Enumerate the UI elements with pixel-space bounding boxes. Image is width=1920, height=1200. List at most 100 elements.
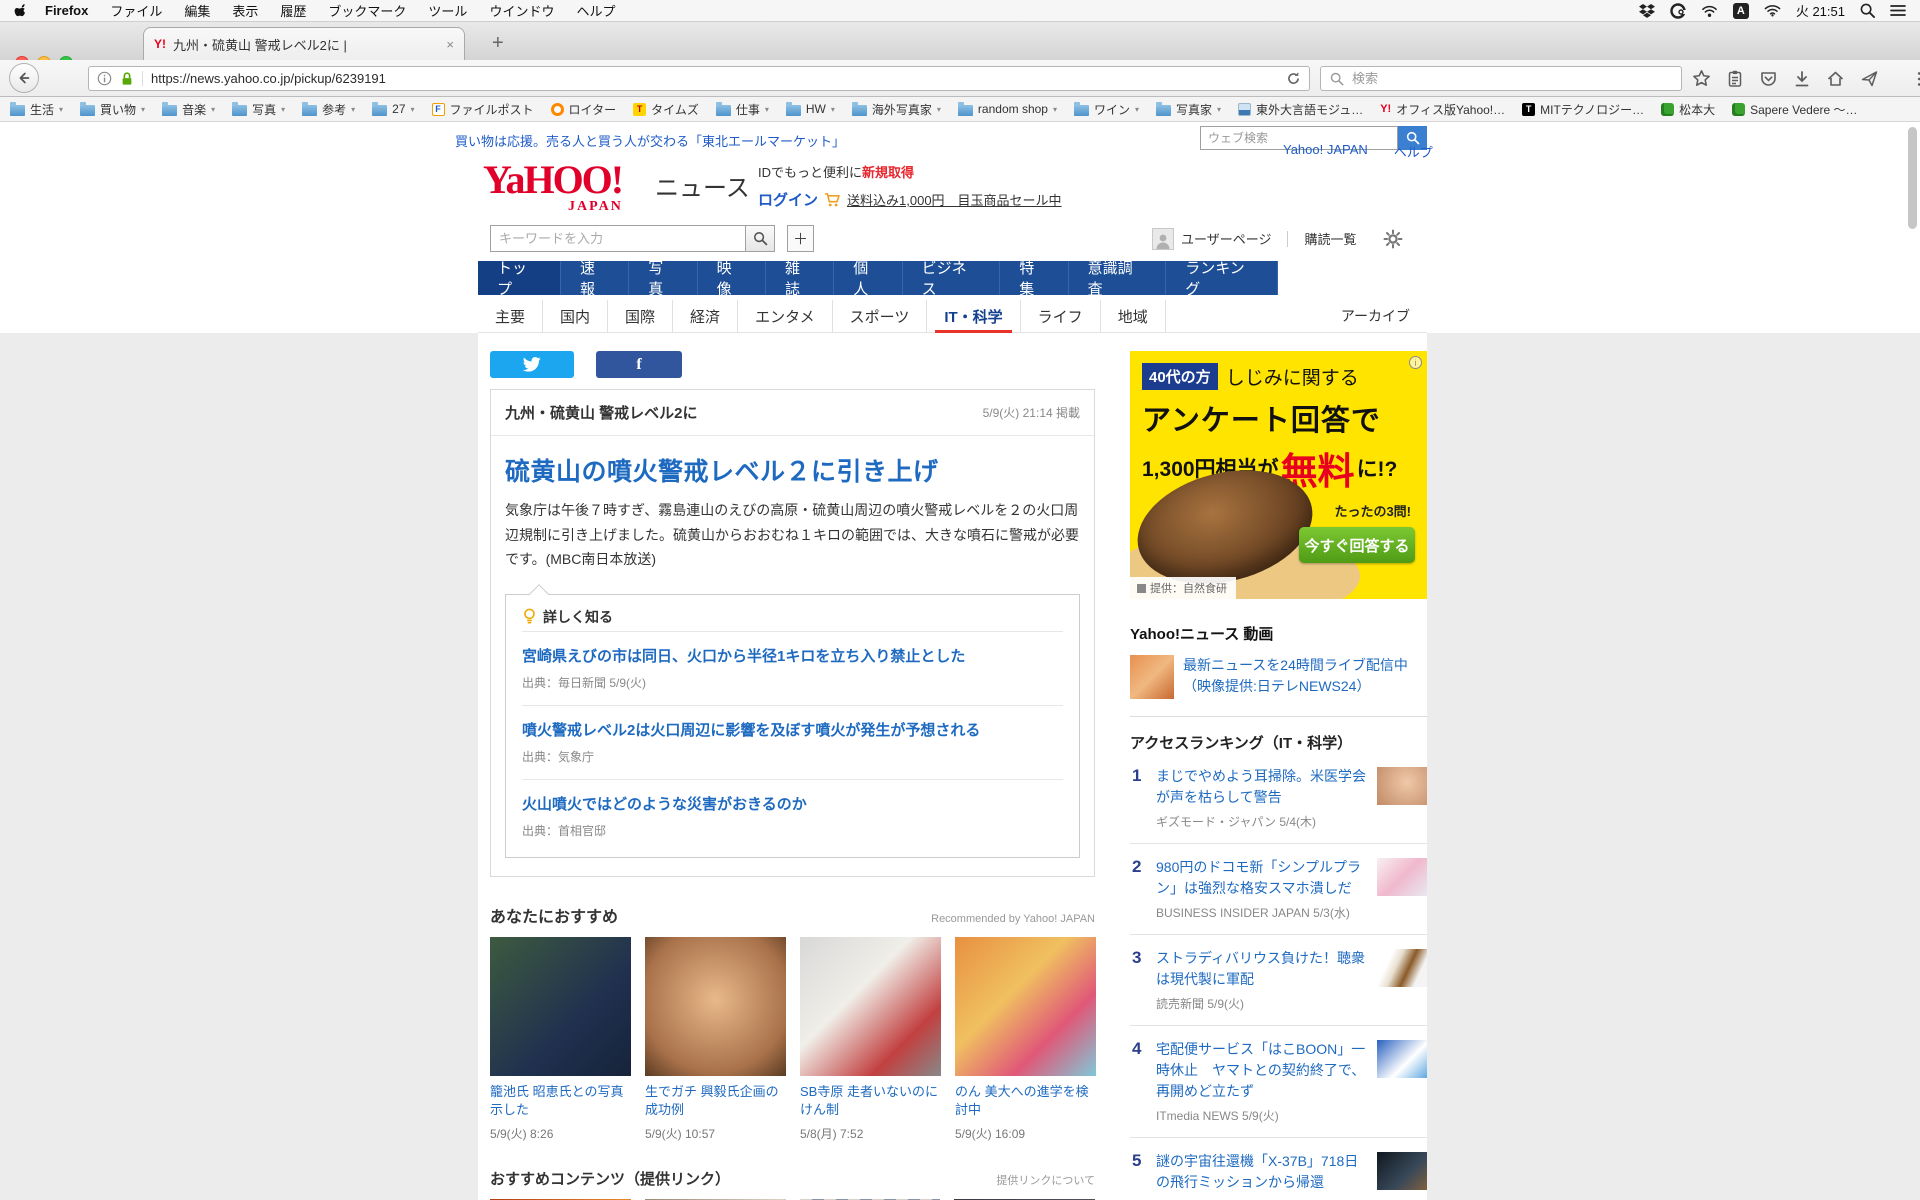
menu-window[interactable]: ウインドウ — [489, 1, 554, 20]
wifi-signal-icon[interactable] — [1701, 4, 1718, 18]
ranking-link[interactable]: 謎の宇宙往還機「X-37B」718日の飛行ミッションから帰還 — [1156, 1151, 1369, 1193]
learn-link[interactable]: 宮崎県えびの市は同日、火口から半径1キロを立ち入り禁止とした — [522, 645, 1063, 666]
input-source-icon[interactable]: A — [1733, 3, 1749, 19]
recommended-card[interactable]: 籠池氏 昭恵氏との写真示した 5/9(火) 8:26 — [490, 937, 631, 1142]
facebook-share-button[interactable]: f — [596, 351, 682, 378]
url-bar[interactable]: https://news.yahoo.co.jp/pickup/6239191 — [88, 66, 1310, 91]
subnav-kokunai[interactable]: 国内 — [543, 300, 608, 333]
bookmark-folder-sankou[interactable]: 参考▾ — [302, 101, 355, 118]
login-link[interactable]: ログイン — [758, 189, 818, 210]
menubar-clock[interactable]: 火 21:51 — [1796, 1, 1845, 20]
bookmark-folder-shigoto[interactable]: 仕事▾ — [716, 101, 769, 118]
menu-tools[interactable]: ツール — [428, 1, 467, 20]
ranking-link[interactable]: 宅配便サービス「はこBOON」一時休止 ヤマトとの契約終了で、再開めど立たず — [1156, 1039, 1369, 1102]
ad-answer-button[interactable]: 今すぐ回答する — [1299, 527, 1415, 563]
home-icon[interactable] — [1826, 70, 1845, 88]
user-page-link[interactable]: ユーザーページ — [1181, 229, 1271, 248]
article-title[interactable]: 硫黄山の噴火警戒レベル２に引き上げ — [505, 452, 1080, 488]
register-link[interactable]: 新規取得 — [862, 165, 914, 180]
bookmark-folder-27[interactable]: 27▾ — [372, 102, 414, 116]
subnav-it-kagaku[interactable]: IT・科学 — [927, 300, 1020, 333]
menu-bookmarks[interactable]: ブックマーク — [328, 1, 406, 20]
bookmark-yahoo-office[interactable]: Y!オフィス版Yahoo!… — [1380, 101, 1505, 118]
wifi-icon[interactable] — [1764, 4, 1781, 17]
ad-info-icon[interactable]: i — [1409, 356, 1422, 369]
ranking-link[interactable]: まじでやめよう耳掃除。米医学会が声を枯らして警告 — [1156, 766, 1369, 808]
bookmark-matsumoto[interactable]: 松本大 — [1661, 101, 1715, 118]
subnav-life[interactable]: ライフ — [1021, 300, 1101, 333]
share-icon[interactable] — [1860, 70, 1879, 88]
menu-history[interactable]: 履歴 — [280, 1, 306, 20]
gear-icon[interactable] — [1383, 229, 1403, 249]
twitter-share-button[interactable] — [490, 351, 574, 378]
bookmark-fileposte[interactable]: Fファイルポスト — [432, 101, 534, 118]
nav-tab-business[interactable]: ビジネス — [903, 261, 1001, 295]
bookmark-folder-kaigai[interactable]: 海外写真家▾ — [852, 101, 941, 118]
bookmark-folder-wine[interactable]: ワイン▾ — [1074, 101, 1139, 118]
recommended-card[interactable]: のん 美大への進学を検討中 5/9(火) 16:09 — [955, 937, 1096, 1142]
subscriptions-link[interactable]: 購読一覧 — [1304, 229, 1356, 248]
yahoo-japan-link[interactable]: Yahoo! JAPAN — [1283, 142, 1368, 161]
bookmark-mit-tech[interactable]: TMITテクノロジー… — [1522, 101, 1644, 118]
subnav-kokusai[interactable]: 国際 — [608, 300, 673, 333]
nav-tab-tokushuu[interactable]: 特集 — [1000, 261, 1068, 295]
recommended-attribution[interactable]: Recommended by Yahoo! JAPAN — [931, 913, 1095, 925]
bookmark-sapere[interactable]: Sapere Vedere ～… — [1732, 101, 1857, 118]
menu-file[interactable]: ファイル — [110, 1, 162, 20]
bookmark-folder-kaimono[interactable]: 買い物▾ — [80, 101, 145, 118]
bookmark-folder-shashin[interactable]: 写真▾ — [232, 101, 285, 118]
bookmark-star-icon[interactable] — [1692, 69, 1711, 88]
scrollbar-thumb[interactable] — [1908, 127, 1917, 229]
sale-promo-link[interactable]: 送料込み1,000円 目玉商品セール中 — [847, 190, 1062, 209]
help-link[interactable]: ヘルプ — [1394, 142, 1433, 161]
nav-tab-eizou[interactable]: 映像 — [698, 261, 766, 295]
subnav-chiiki[interactable]: 地域 — [1101, 300, 1166, 333]
bookmark-folder-ongaku[interactable]: 音楽▾ — [162, 101, 215, 118]
bookmark-folder-seikatsu[interactable]: 生活▾ — [10, 101, 63, 118]
bookmarks-list-icon[interactable] — [1726, 69, 1744, 88]
recommended-card[interactable]: SB寺原 走者いないのにけん制 5/8(月) 7:52 — [800, 937, 941, 1142]
add-tab-button[interactable]: ＋ — [787, 225, 814, 252]
menu-edit[interactable]: 編集 — [184, 1, 210, 20]
video-link[interactable]: 最新ニュースを24時間ライブ配信中（映像提供:日テレNEWS24） — [1183, 655, 1427, 699]
yahoo-logo[interactable]: YaHOO! — [483, 160, 622, 200]
dropbox-icon[interactable] — [1639, 3, 1655, 18]
promo-banner-link[interactable]: 買い物は応援。売る人と買う人が交わる「東北エールマーケット」 — [455, 131, 845, 150]
page-info-icon[interactable] — [97, 71, 112, 86]
recommended-card[interactable]: 生でガチ 興毅氏企画の成功例 5/9(火) 10:57 — [645, 937, 786, 1142]
ranking-link[interactable]: ストラディバリウス負けた！聴衆は現代製に軍配 — [1156, 948, 1369, 990]
nav-tab-top[interactable]: トップ — [478, 261, 561, 295]
new-tab-button[interactable]: + — [492, 32, 504, 55]
spotlight-icon[interactable] — [1860, 3, 1875, 18]
bookmark-tufs[interactable]: 東外大言語モジュ… — [1238, 101, 1363, 118]
photo-video-thumbnail[interactable] — [1130, 655, 1174, 699]
tab-close-icon[interactable]: × — [446, 37, 454, 52]
downloads-icon[interactable] — [1793, 70, 1811, 88]
bookmark-folder-hw[interactable]: HW▾ — [786, 102, 835, 116]
subnav-entame[interactable]: エンタメ — [738, 300, 833, 333]
subnav-sports[interactable]: スポーツ — [833, 300, 928, 333]
learn-link[interactable]: 火山噴火ではどのような災害がおきるのか — [522, 793, 1063, 814]
shijimi-ad[interactable]: i 40代の方 しじみに関する アンケート回答で 1,300円相当が無料に!? … — [1130, 351, 1427, 599]
nav-tab-kojin[interactable]: 個人 — [834, 261, 902, 295]
learn-link[interactable]: 噴火警戒レベル2は火口周辺に影響を及ぼす噴火が発生が予想される — [522, 719, 1063, 740]
bookmark-reuters[interactable]: ロイター — [551, 101, 617, 118]
pocket-icon[interactable] — [1759, 70, 1778, 88]
reload-icon[interactable] — [1286, 71, 1301, 86]
search-bar[interactable] — [1320, 66, 1682, 91]
back-button[interactable] — [9, 63, 39, 93]
bookmark-times[interactable]: Tタイムズ — [633, 101, 699, 118]
bookmark-folder-randomshop[interactable]: random shop▾ — [958, 102, 1057, 116]
keyword-search-button[interactable] — [745, 225, 775, 252]
sponsored-about-link[interactable]: 提供リンクについて — [996, 1172, 1095, 1188]
menu-help[interactable]: ヘルプ — [576, 1, 615, 20]
subnav-keizai[interactable]: 経済 — [673, 300, 738, 333]
browser-tab[interactable]: Y! 九州・硫黄山 警戒レベル2に | × — [143, 27, 465, 60]
bookmark-folder-shashinka[interactable]: 写真家▾ — [1156, 101, 1221, 118]
url-text[interactable]: https://news.yahoo.co.jp/pickup/6239191 — [151, 71, 1278, 86]
apple-icon[interactable] — [14, 3, 27, 18]
archive-link[interactable]: アーカイブ — [1341, 306, 1410, 326]
menu-firefox[interactable]: Firefox — [45, 3, 88, 18]
ranking-link[interactable]: 980円のドコモ新「シンプルプラン」は強烈な格安スマホ潰しだ — [1156, 857, 1369, 899]
nav-tab-sokuhou[interactable]: 速報 — [561, 261, 629, 295]
